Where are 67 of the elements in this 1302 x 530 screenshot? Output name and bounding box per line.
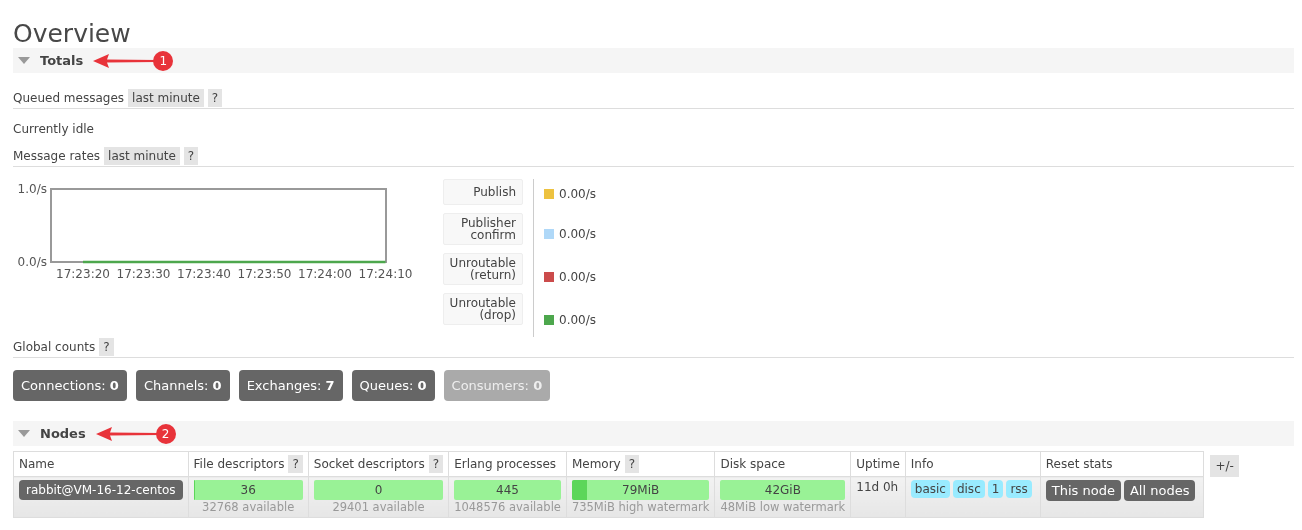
help-button[interactable]: ? [288,455,303,473]
usage-value: 445 [496,483,519,497]
help-button[interactable]: ? [183,147,199,165]
annotation-number: 1 [153,50,174,71]
help-button[interactable]: ? [624,455,640,473]
reset-button[interactable]: This node [1045,480,1121,501]
message-rates-label: Message rates [13,149,101,163]
legend-toggle[interactable]: Publish [443,179,523,205]
usage-value: 42GiB [764,483,801,497]
global-counts-label: Global counts [13,340,96,354]
y-tick-label: 1.0/s [17,182,47,196]
page-title: Overview [13,18,132,48]
x-tick-label: 17:23:50 [237,267,292,279]
info-tag: rss [1006,480,1032,498]
range-selector[interactable]: last minute [104,147,180,165]
rate-value: 0.00/s [559,269,596,284]
annotation-number: 2 [155,423,176,444]
rate-value: 0.00/s [559,312,596,327]
rate-value: 0.00/s [559,226,596,241]
node-name-link[interactable]: rabbit@VM-16-12-centos [19,480,183,500]
column-header: Disk space [720,457,786,471]
count-button[interactable]: Channels: 0 [135,370,230,401]
usage-value: 79MiB [622,483,660,497]
column-header: File descriptors [193,457,285,471]
usage-detail: 48MiB low watermark [720,500,846,514]
column-header: Info [910,457,934,471]
column-header: Name [19,457,55,471]
x-tick-label: 17:23:30 [116,267,171,279]
column-header: Memory [571,457,621,471]
section-heading[interactable]: Totals [40,53,84,68]
usage-value: 36 [240,483,256,497]
section-heading[interactable]: Nodes [40,426,86,441]
range-selector[interactable]: last minute [128,89,204,107]
rate-value: 0.00/s [559,186,596,201]
reset-button[interactable]: All nodes [1123,480,1196,501]
x-tick-label: 17:23:40 [177,267,231,279]
column-header: Erlang processes [454,457,557,471]
legend-toggle[interactable]: Unroutable (return) [443,253,523,285]
column-header: Socket descriptors [313,457,425,471]
usage-detail: 735MiB high watermark [571,500,710,514]
usage-detail: 29401 available [331,500,426,514]
x-tick-label: 17:24:10 [358,267,413,279]
column-header: Reset stats [1045,457,1113,471]
help-button[interactable]: ? [99,338,114,356]
collapse-triangle-icon[interactable] [18,56,30,65]
legend-toggle[interactable]: Publisher confirm [443,213,523,245]
count-button[interactable]: Connections: 0 [13,370,127,401]
column-toggle-button[interactable]: +/- [1210,455,1239,477]
idle-status: Currently idle [13,122,95,136]
x-tick-label: 17:24:00 [298,267,352,279]
info-tag: basic [910,480,950,498]
count-button[interactable]: Exchanges: 7 [238,370,343,401]
queued-messages-label: Queued messages [13,91,125,105]
uptime-value: 11d 0h [856,480,899,494]
column-header: Uptime [856,457,900,471]
usage-value: 0 [374,483,383,497]
usage-detail: 32768 available [201,500,296,514]
count-button[interactable]: Queues: 0 [351,370,435,401]
help-button[interactable]: ? [207,89,223,107]
usage-detail: 1048576 available [454,500,561,514]
collapse-triangle-icon[interactable] [18,429,30,438]
x-tick-label: 17:23:20 [56,267,110,279]
help-button[interactable]: ? [428,455,444,473]
info-tag: disc [952,480,985,498]
info-tag: 1 [987,480,1004,498]
legend-toggle[interactable]: Unroutable (drop) [443,293,523,325]
y-tick-label: 0.0/s [17,255,47,269]
